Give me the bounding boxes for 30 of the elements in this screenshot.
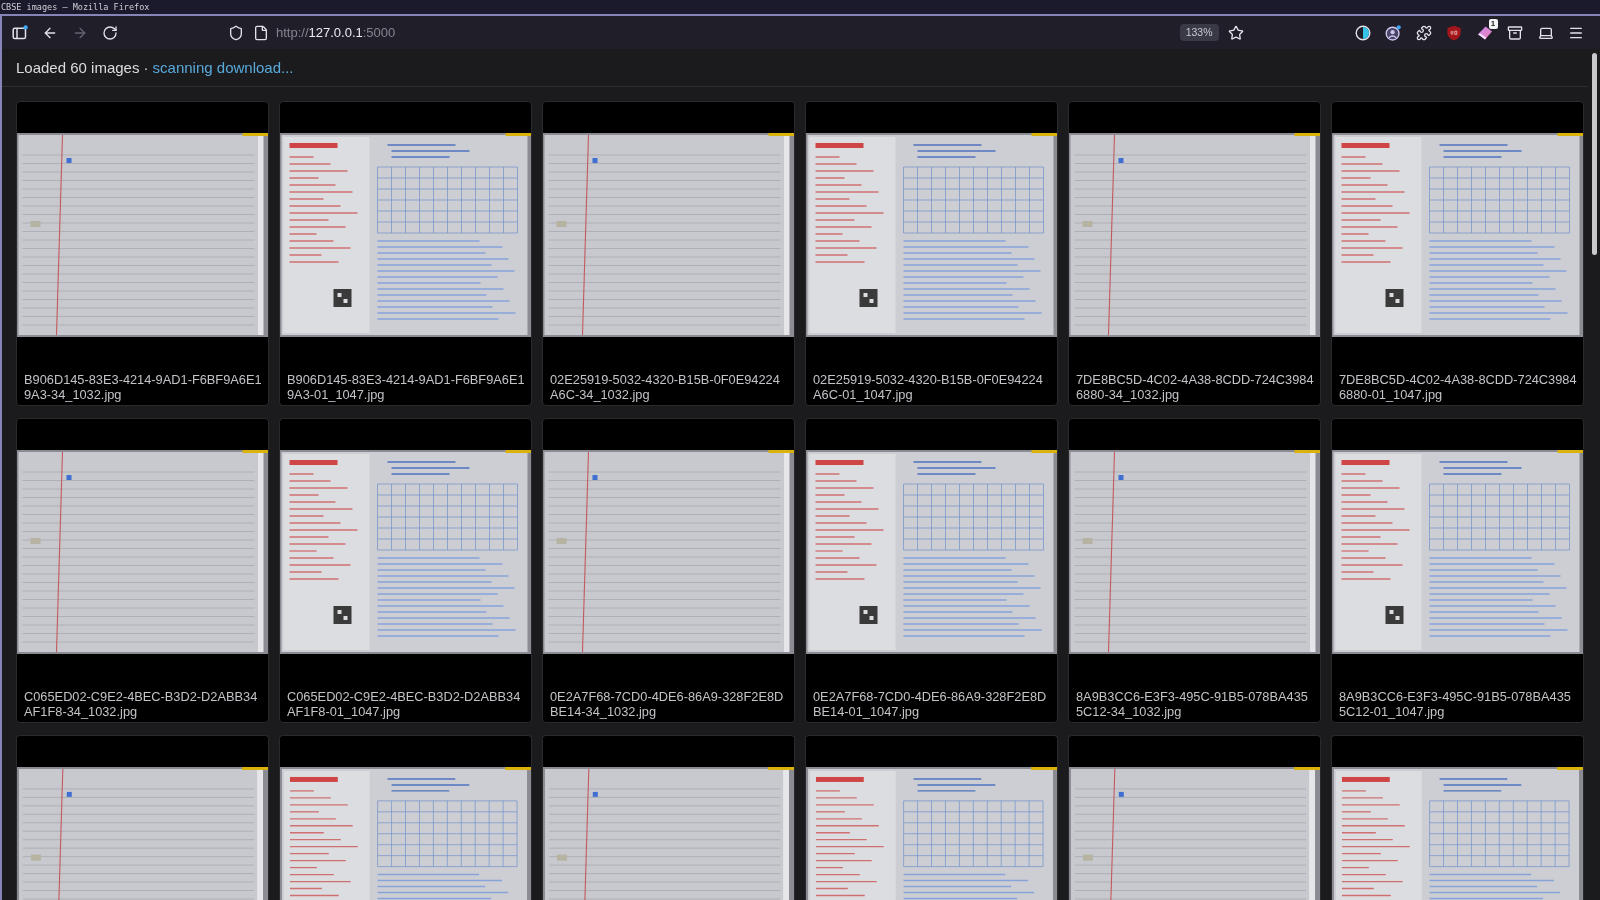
bookmark-star-icon[interactable] [1227,24,1244,41]
filename-text: 02E25919-5032-4320-B15B-0F0E94224A6C-34_1032.jpg [550,372,781,402]
puzzle-icon[interactable] [1415,24,1432,41]
filename-text: 02E25919-5032-4320-B15B-0F0E94224A6C-01_1047.jpg [813,372,1044,402]
scan-progress-text: scanning download... [152,59,294,76]
zoom-level-button[interactable]: 133% [1179,24,1219,41]
archive-icon[interactable] [1507,24,1523,41]
account-icon[interactable] [1385,24,1401,41]
shield-icon[interactable] [1446,24,1462,41]
half-circle-icon[interactable] [1354,24,1371,41]
filename-text: 0E2A7F68-7CD0-4DE6-86A9-328F2E8DBE14-01_1047.jpg [813,689,1048,719]
reload-icon[interactable] [102,24,118,41]
shield-icon[interactable] [228,24,244,41]
filename-text: B906D145-83E3-4214-9AD1-F6BF9A6E19A3-01_1047.jpg [287,372,525,402]
filename-text: B906D145-83E3-4214-9AD1-F6BF9A6E19A3-34_1032.jpg [24,372,262,402]
filename-text: 8A9B3CC6-E3F3-495C-91B5-078BA4355C12-01_1047.jpg [1339,689,1572,719]
filename-text: C065ED02-C9E2-4BEC-B3D2-D2ABB34AF1F8-34_1032.jpg [24,689,259,719]
filename-text: 8A9B3CC6-E3F3-495C-91B5-078BA4355C12-34_1032.jpg [1076,689,1309,719]
scrollbar-thumb[interactable] [1592,53,1597,255]
loaded-count-text: Loaded 60 images · [16,59,149,76]
filename-text: 0E2A7F68-7CD0-4DE6-86A9-328F2E8DBE14-34_1032.jpg [550,689,785,719]
filename-text: 7DE8BC5D-4C02-4A38-8CDD-724C39846880-34_1032.jpg [1076,372,1314,402]
address-field[interactable]: http://127.0.0.1:5000 [276,25,396,40]
filename-text: 7DE8BC5D-4C02-4A38-8CDD-724C39846880-01_1047.jpg [1339,372,1577,402]
eraser-icon[interactable] [1476,24,1493,41]
filename-text: C065ED02-C9E2-4BEC-B3D2-D2ABB34AF1F8-01_1047.jpg [287,689,522,719]
page-icon[interactable] [253,24,269,41]
notification-badge: 1 [1488,18,1498,29]
sidebar-icon[interactable] [12,24,28,41]
window-title: CBSE images — Mozilla Firefox [1,1,150,13]
